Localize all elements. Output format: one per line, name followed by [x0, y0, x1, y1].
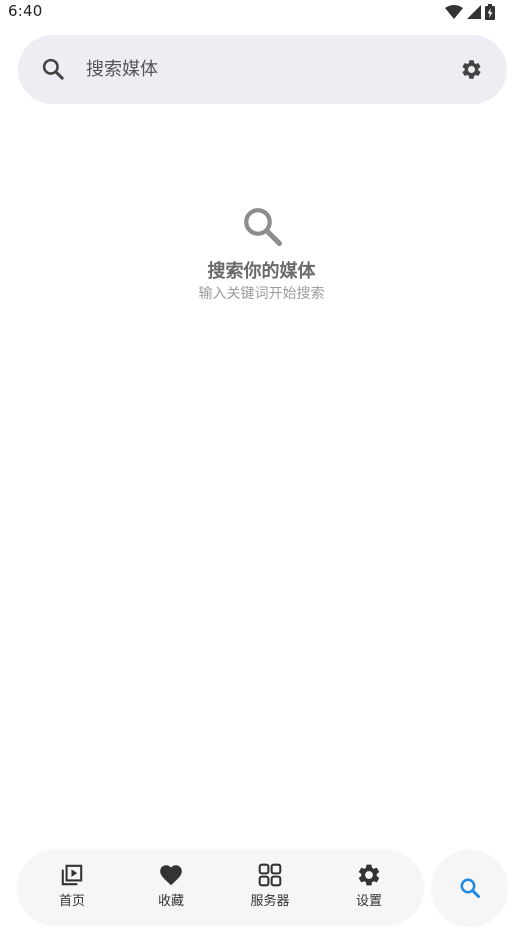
status-bar: 6:40	[0, 0, 523, 24]
signal-icon	[467, 5, 481, 19]
heart-icon	[160, 865, 182, 886]
status-time: 6:40	[8, 2, 43, 20]
search-input[interactable]	[86, 54, 426, 84]
grid-icon	[258, 863, 282, 887]
nav-item-favorites[interactable]: 收藏	[131, 862, 211, 914]
empty-state-subtitle: 输入关键词开始搜索	[198, 286, 325, 302]
nav-item-servers[interactable]: 服务器	[230, 862, 310, 914]
nav-label-servers: 服务器	[250, 894, 290, 909]
battery-charging-icon	[485, 4, 495, 20]
nav-item-settings[interactable]: 设置	[329, 862, 409, 914]
video-library-icon	[61, 864, 83, 886]
empty-state-title: 搜索你的媒体	[207, 261, 316, 282]
wifi-icon	[445, 5, 463, 19]
gear-icon[interactable]	[460, 58, 483, 81]
nav-label-favorites: 收藏	[157, 894, 184, 909]
search-fab-button[interactable]	[432, 850, 507, 925]
nav-label-settings: 设置	[355, 894, 382, 909]
nav-label-home: 首页	[58, 894, 85, 909]
screen: 6:40 搜索媒体 搜索你的媒体 输入关键词开始搜索 首页 收藏 服务器 设置	[0, 0, 523, 930]
search-icon	[460, 878, 480, 898]
gear-icon	[358, 864, 380, 886]
nav-item-home[interactable]: 首页	[32, 862, 112, 914]
search-icon	[40, 56, 66, 82]
status-icons	[445, 4, 495, 20]
empty-state-search-icon	[240, 204, 284, 248]
